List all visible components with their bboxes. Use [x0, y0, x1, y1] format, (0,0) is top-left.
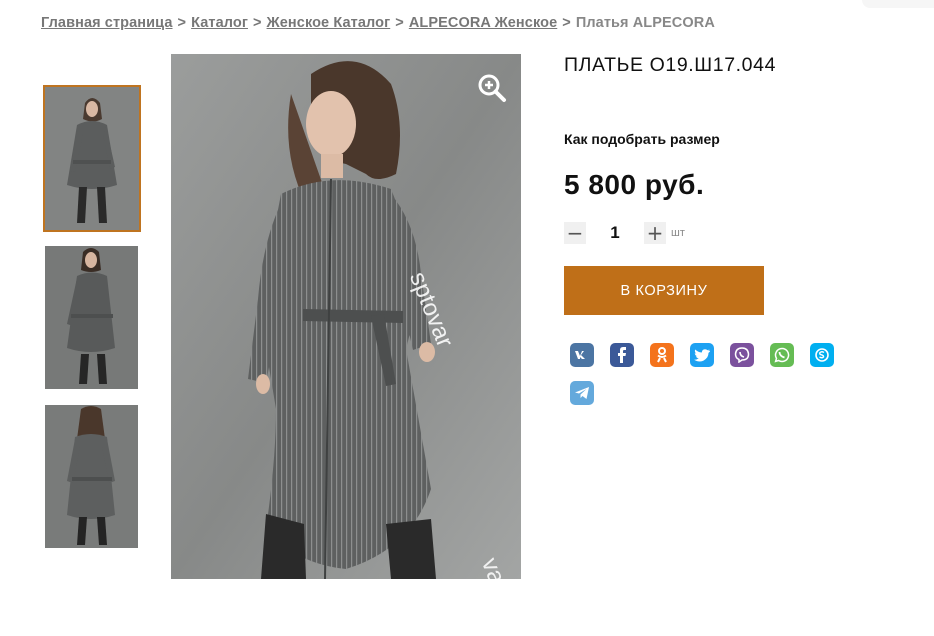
- breadcrumb-catalog[interactable]: Каталог: [191, 15, 248, 31]
- breadcrumb-separator: >: [252, 15, 262, 31]
- breadcrumb-separator: >: [562, 15, 571, 31]
- breadcrumb-separator: >: [177, 15, 187, 31]
- vk-icon[interactable]: [567, 340, 597, 370]
- breadcrumb-separator: >: [395, 15, 404, 31]
- skype-icon[interactable]: [807, 340, 837, 370]
- quantity-stepper: − 1 + шт: [564, 221, 685, 245]
- breadcrumb: Главная страница > Каталог > Женское Каталог…: [41, 15, 715, 31]
- header-corner-decoration: [862, 0, 934, 8]
- facebook-icon[interactable]: [607, 340, 637, 370]
- product-price: 5 800 руб.: [564, 169, 705, 200]
- add-to-cart-button[interactable]: В КОРЗИНУ: [564, 266, 764, 315]
- product-main-image[interactable]: sptovar var: [171, 54, 521, 579]
- whatsapp-icon[interactable]: [767, 340, 797, 370]
- quantity-unit: шт: [671, 227, 685, 239]
- size-guide-link[interactable]: Как подобрать размер: [564, 131, 720, 147]
- thumbnail-back-image: [45, 405, 138, 548]
- telegram-icon[interactable]: [567, 378, 597, 408]
- thumbnail-front[interactable]: [43, 85, 141, 232]
- breadcrumb-alpecora-women[interactable]: ALPECORA Женское: [409, 15, 557, 31]
- zoom-in-icon[interactable]: [476, 72, 508, 104]
- quantity-decrease-button[interactable]: −: [564, 222, 586, 244]
- thumbnail-side[interactable]: [45, 246, 138, 389]
- twitter-icon[interactable]: [687, 340, 717, 370]
- quantity-increase-button[interactable]: +: [644, 222, 666, 244]
- viber-icon[interactable]: [727, 340, 757, 370]
- thumbnail-front-image: [45, 87, 139, 230]
- breadcrumb-home[interactable]: Главная страница: [41, 15, 173, 31]
- product-title: ПЛАТЬЕ О19.Ш17.044: [564, 54, 777, 76]
- thumbnail-back[interactable]: [45, 405, 138, 548]
- breadcrumb-women-catalog[interactable]: Женское Каталог: [267, 15, 391, 31]
- quantity-input[interactable]: 1: [586, 223, 644, 243]
- product-photo: [171, 54, 521, 579]
- thumbnail-side-image: [45, 246, 138, 389]
- odnoklassniki-icon[interactable]: [647, 340, 677, 370]
- breadcrumb-current: Платья ALPECORA: [575, 15, 715, 31]
